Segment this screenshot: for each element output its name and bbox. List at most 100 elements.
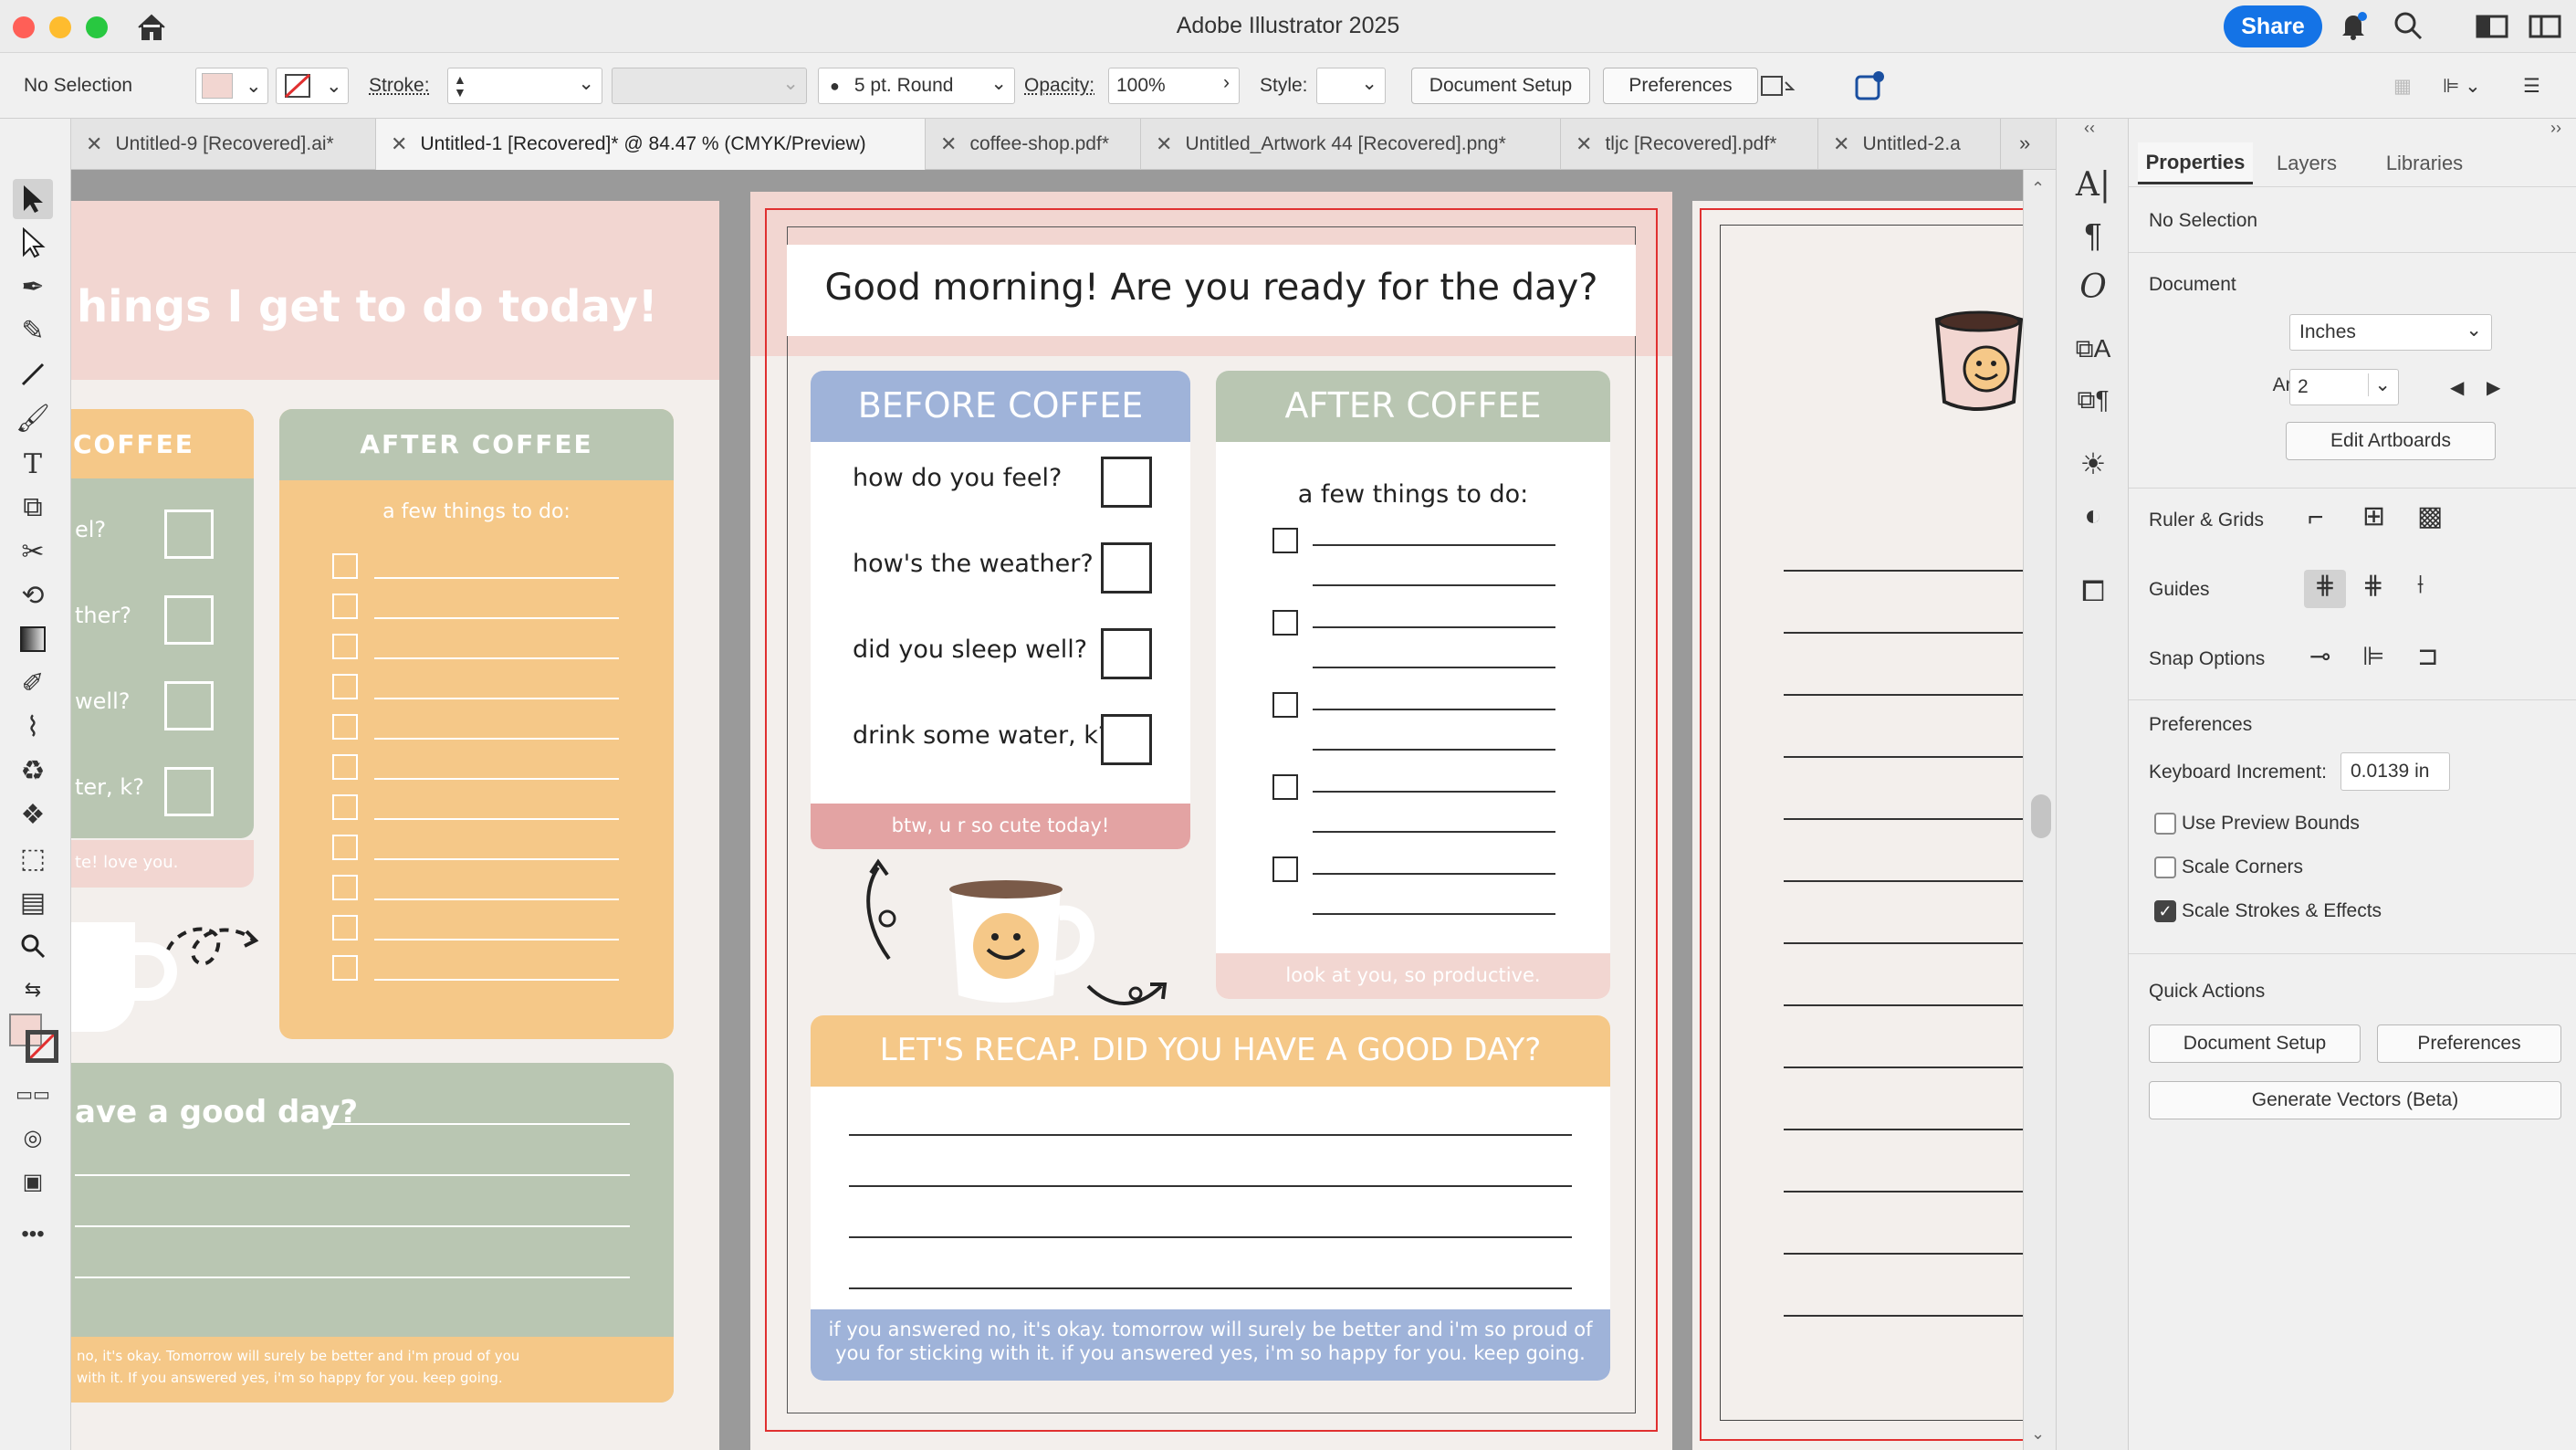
artboard-left[interactable]: hings I get to do today! COFFEE el? ther… — [71, 201, 719, 1450]
paragraph-panel-icon[interactable]: ¶ — [2073, 215, 2113, 256]
scissors-tool-icon[interactable]: ✂ — [13, 531, 53, 572]
opacity-field[interactable]: 100% › — [1108, 68, 1240, 104]
eyedropper-tool-icon[interactable]: ⌇ — [13, 707, 53, 747]
snap-to-point-icon[interactable]: ⊸ — [2309, 641, 2330, 671]
shape-builder-tool-icon[interactable]: ⧉ — [13, 488, 53, 528]
selection-tool-icon[interactable] — [13, 179, 53, 219]
artboard-field[interactable]: 2 ⌄ — [2289, 369, 2399, 405]
artboards-panel-icon[interactable]: ⧠ — [2073, 572, 2113, 612]
units-dropdown[interactable]: Inches ⌄ — [2289, 314, 2492, 351]
artboard-right[interactable] — [1692, 201, 2023, 1450]
preferences-button[interactable]: Preferences — [1603, 68, 1758, 104]
keyboard-increment-field[interactable]: 0.0139 in — [2340, 752, 2450, 791]
scroll-down-icon[interactable]: ⌄ — [2031, 1424, 2045, 1444]
guides-toggle-icon[interactable]: ⋕ — [2304, 570, 2346, 608]
panel-toggle-icon[interactable] — [2529, 13, 2561, 40]
artboard-tool-icon[interactable]: ⬚ — [13, 838, 53, 878]
variable-width-dropdown[interactable]: ⌄ — [612, 68, 807, 104]
paintbrush-tool-icon[interactable]: 🖌 — [13, 398, 53, 438]
next-artboard-icon[interactable]: ▶ — [2487, 376, 2500, 399]
blend-tool-icon[interactable]: ♻ — [13, 751, 53, 791]
line-tool-icon[interactable] — [13, 354, 53, 394]
align-icon[interactable]: ▦ — [2393, 68, 2430, 104]
graph-tool-icon[interactable]: ▤ — [13, 882, 53, 922]
close-icon[interactable]: ✕ — [391, 132, 407, 156]
stroke-weight-field[interactable]: ▲ ▼ ⌄ — [447, 68, 602, 104]
menu-icon[interactable]: ☰ — [2523, 68, 2560, 104]
scroll-up-icon[interactable]: ⌃ — [2031, 179, 2045, 198]
recolor-icon[interactable] — [1851, 68, 1891, 104]
previous-artboard-icon[interactable]: ◀ — [2450, 376, 2464, 399]
scale-strokes-checkbox[interactable]: ✓ — [2154, 900, 2176, 922]
character-panel-icon[interactable]: A| — [2073, 164, 2113, 205]
tab-properties[interactable]: Properties — [2138, 142, 2253, 184]
smart-guides-icon[interactable]: ⟊ — [2417, 570, 2424, 600]
pen-tool-icon[interactable]: ✒ — [13, 267, 53, 307]
rotate-tool-icon[interactable]: ⟲ — [13, 575, 53, 615]
curvature-tool-icon[interactable]: ✎ — [13, 310, 53, 351]
stroke-color-dropdown[interactable]: ⌄ — [276, 68, 349, 104]
close-icon[interactable]: ✕ — [1833, 132, 1849, 156]
paragraph-styles-icon[interactable]: ⧉¶ — [2073, 380, 2113, 420]
transparency-grid-icon[interactable]: ▩ — [2417, 500, 2443, 532]
mesh-tool-icon[interactable]: ✐ — [13, 663, 53, 703]
scale-corners-label: Scale Corners — [2182, 856, 2304, 877]
swap-colors-icon[interactable]: ⇆ — [13, 970, 53, 1010]
tab-libraries[interactable]: Libraries — [2361, 142, 2488, 184]
appearance-panel-icon[interactable]: ☀ — [2073, 444, 2113, 484]
tab-layers[interactable]: Layers — [2257, 142, 2357, 184]
document-setup-button[interactable]: Document Setup — [1411, 68, 1590, 104]
transparency-panel-icon[interactable]: ◐ — [2073, 495, 2113, 535]
qa-preferences-button[interactable]: Preferences — [2377, 1024, 2561, 1063]
scroll-thumb[interactable] — [2031, 794, 2051, 838]
bell-icon[interactable] — [2337, 9, 2370, 42]
tab-untitled-2[interactable]: ✕ Untitled-2.a — [1818, 119, 2001, 170]
snap-to-pixel-icon[interactable]: ⊫ — [2362, 641, 2384, 671]
scale-corners-checkbox[interactable] — [2154, 856, 2176, 878]
zoom-tool-icon[interactable] — [13, 926, 53, 966]
opentype-panel-icon[interactable]: O — [2073, 267, 2113, 307]
fill-color-dropdown[interactable]: ⌄ — [195, 68, 268, 104]
more-tabs-icon[interactable]: » — [2019, 131, 2030, 155]
symbol-sprayer-tool-icon[interactable]: ❖ — [13, 794, 53, 835]
artboard-main[interactable]: Good morning! Are you ready for the day?… — [750, 192, 1672, 1450]
share-button[interactable]: Share — [2224, 5, 2322, 47]
fill-stroke-swatches[interactable] — [9, 1014, 60, 1065]
tab-untitled-9[interactable]: ✕ Untitled-9 [Recovered].ai* — [71, 119, 376, 170]
style-dropdown[interactable]: ⌄ — [1316, 68, 1386, 104]
tab-tljc[interactable]: ✕ tljc [Recovered].pdf* — [1561, 119, 1818, 170]
character-styles-icon[interactable]: ⧉A — [2073, 329, 2113, 369]
gradient-tool-icon[interactable] — [13, 619, 53, 659]
grid-icon[interactable]: ⊞ — [2362, 500, 2385, 532]
collapse-icon[interactable]: ‹‹ — [2084, 119, 2095, 138]
close-icon[interactable]: ✕ — [940, 132, 957, 156]
screen-mode-icon[interactable]: ▣ — [13, 1161, 53, 1202]
ruler-icon[interactable]: ⌐ — [2308, 502, 2324, 533]
color-mode-icon[interactable]: ▭▭ — [13, 1074, 53, 1114]
stepper-icon[interactable]: ▲ ▼ — [454, 73, 466, 99]
draw-mode-icon[interactable]: ◎ — [13, 1118, 53, 1158]
vertical-scrollbar[interactable]: ⌃ ⌄ — [2023, 170, 2056, 1450]
close-icon[interactable]: ✕ — [1576, 132, 1592, 156]
more-tools-icon[interactable]: ••• — [13, 1214, 53, 1255]
arrange-icon[interactable] — [1758, 68, 1807, 104]
workspace-icon[interactable] — [2476, 13, 2508, 40]
search-icon[interactable] — [2392, 9, 2424, 42]
brush-dropdown[interactable]: ● 5 pt. Round ⌄ — [818, 68, 1015, 104]
close-icon[interactable]: ✕ — [1156, 132, 1172, 156]
snap-to-glyph-icon[interactable]: ⊐ — [2417, 641, 2438, 671]
tab-untitled-1[interactable]: ✕ Untitled-1 [Recovered]* @ 84.47 % (CMYK… — [376, 119, 926, 170]
generate-vectors-button[interactable]: Generate Vectors (Beta) — [2149, 1081, 2561, 1119]
expand-icon[interactable]: ›› — [2550, 119, 2561, 138]
distribute-icon[interactable]: ⊫ ⌄ — [2443, 68, 2497, 104]
canvas[interactable]: hings I get to do today! COFFEE el? ther… — [71, 170, 2023, 1450]
direct-selection-tool-icon[interactable] — [13, 223, 53, 263]
qa-document-setup-button[interactable]: Document Setup — [2149, 1024, 2361, 1063]
tab-untitled-artwork-44[interactable]: ✕ Untitled_Artwork 44 [Recovered].png* — [1141, 119, 1561, 170]
close-icon[interactable]: ✕ — [86, 132, 102, 156]
tab-coffee-shop[interactable]: ✕ coffee-shop.pdf* — [926, 119, 1141, 170]
lock-guides-icon[interactable]: ⋕ — [2362, 570, 2383, 600]
type-tool-icon[interactable]: T — [13, 444, 53, 484]
use-preview-bounds-checkbox[interactable] — [2154, 813, 2176, 835]
edit-artboards-button[interactable]: Edit Artboards — [2286, 422, 2496, 460]
